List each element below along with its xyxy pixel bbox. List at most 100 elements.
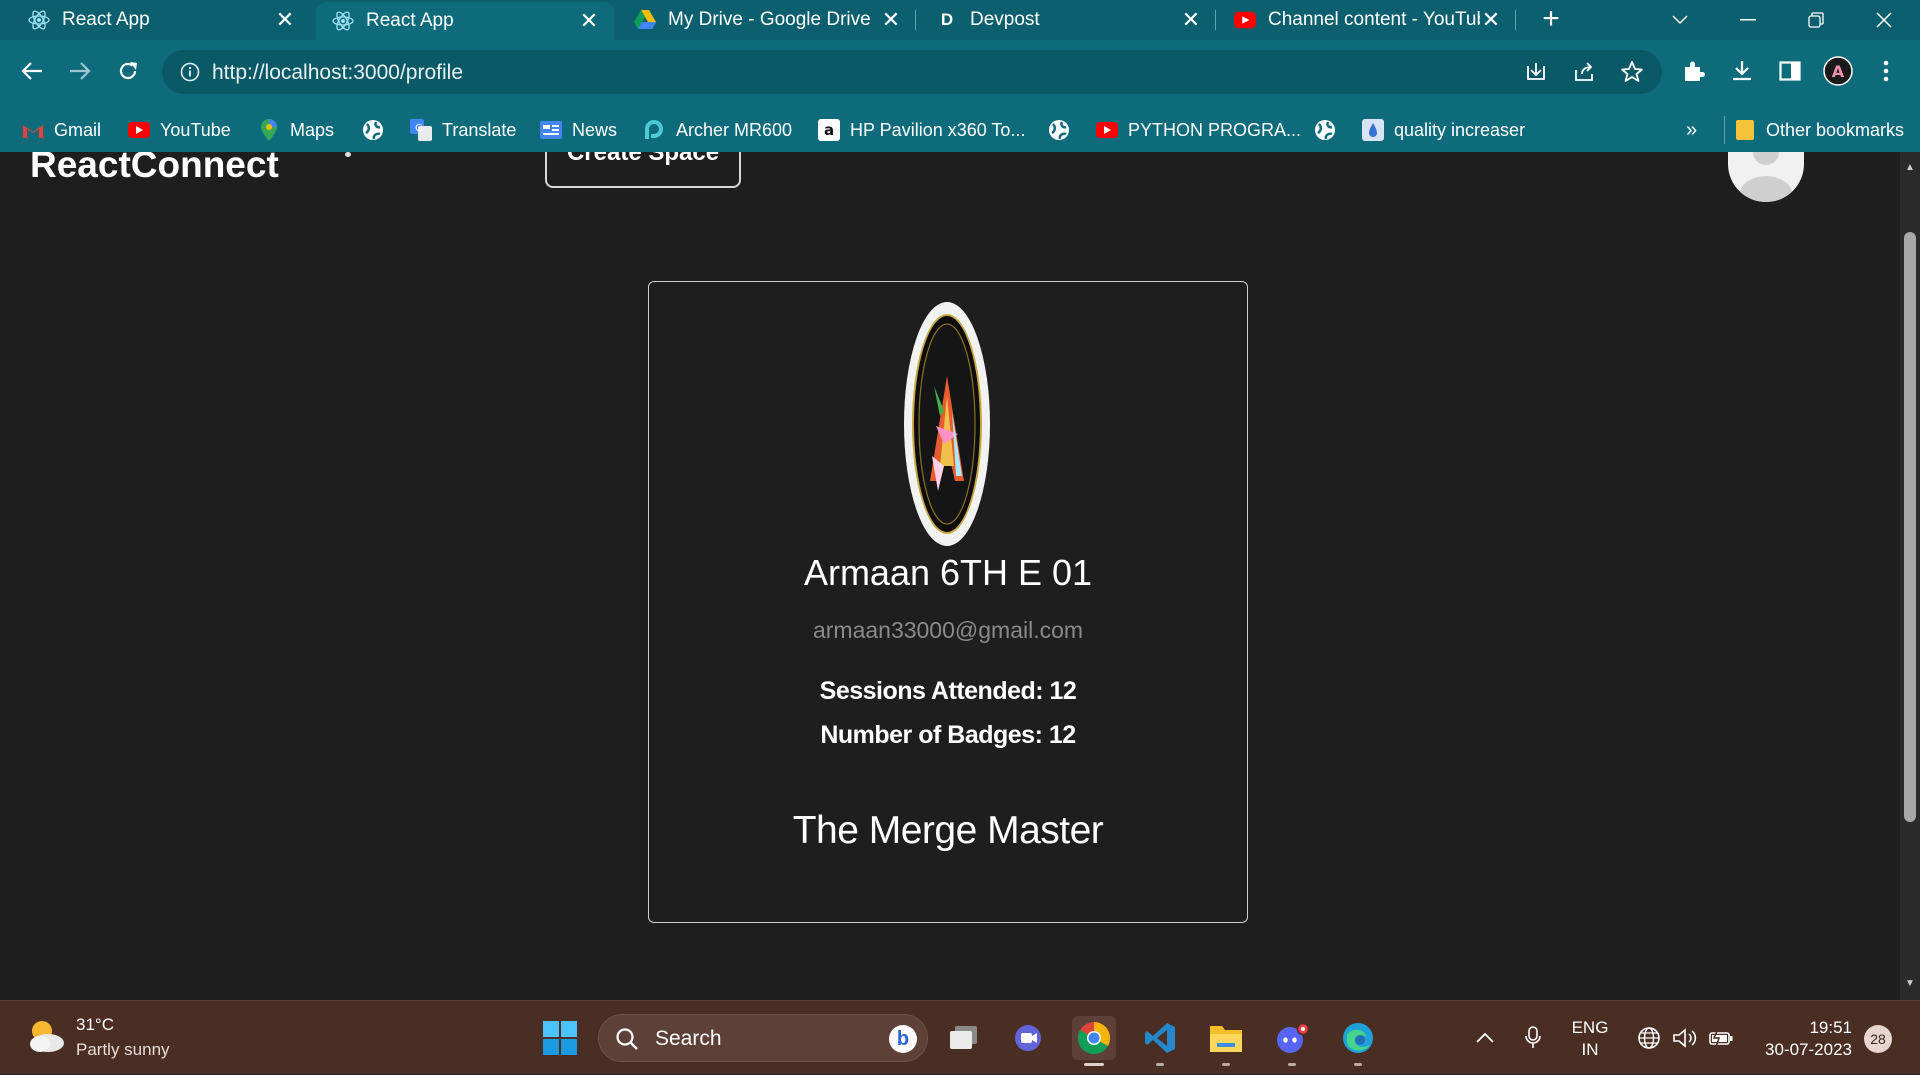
language-indicator[interactable]: ENG IN [1560, 1017, 1620, 1061]
bookmark-gmail[interactable]: Gmail [22, 118, 101, 142]
scroll-down-arrow-icon[interactable]: ▼ [1904, 978, 1916, 990]
profile-card: Armaan 6TH E 01 armaan33000@gmail.com Se… [648, 281, 1248, 923]
share-icon[interactable] [1572, 60, 1596, 84]
close-tab-icon[interactable]: ✕ [1180, 9, 1202, 31]
bookmarks-divider [1724, 116, 1725, 144]
network-globe-icon[interactable] [1632, 1001, 1666, 1075]
extensions-icon[interactable] [1676, 53, 1712, 89]
windows-start-icon[interactable] [543, 1021, 577, 1055]
translate-icon: G [410, 119, 432, 141]
tab-react-app-2[interactable]: React App ✕ [316, 2, 614, 40]
bookmark-quality-increaser[interactable]: quality increaser [1362, 118, 1525, 142]
file-explorer-icon[interactable] [1204, 1016, 1248, 1066]
back-button[interactable] [14, 53, 50, 89]
search-placeholder: Search [655, 1027, 722, 1050]
tab-react-app-1[interactable]: React App ✕ [0, 0, 310, 40]
bookmark-maps[interactable]: Maps [258, 118, 334, 142]
scrollbar-thumb[interactable] [1904, 232, 1916, 822]
create-space-button[interactable]: Create Space [545, 152, 741, 188]
bookmark-archer[interactable]: Archer MR600 [644, 118, 792, 142]
bookmark-label: News [572, 119, 618, 140]
system-clock[interactable]: 19:51 30-07-2023 [1740, 1017, 1852, 1061]
browser-tab-strip: React App ✕ React App ✕ My Drive - Googl… [0, 0, 1920, 40]
bookmark-youtube[interactable]: YouTube [128, 118, 231, 142]
downloads-icon[interactable] [1724, 53, 1760, 89]
bookmark-translate[interactable]: G Translate [410, 118, 516, 142]
chrome-icon[interactable] [1072, 1016, 1116, 1066]
google-drive-icon [634, 9, 656, 31]
globe-icon [362, 119, 384, 141]
browser-menu-icon[interactable] [1868, 53, 1904, 89]
tab-search-chevron-icon[interactable] [1650, 0, 1710, 40]
windows-taskbar: 31°C Partly sunny Search b ENG IN 19:51 … [0, 1000, 1920, 1074]
user-avatar[interactable] [1728, 152, 1804, 202]
tab-devpost[interactable]: D Devpost ✕ [916, 0, 1216, 40]
bookmark-label: Other bookmarks [1766, 119, 1905, 140]
bookmark-python[interactable]: PYTHON PROGRA... [1096, 118, 1301, 142]
tab-separator [1515, 10, 1516, 30]
side-panel-icon[interactable] [1772, 53, 1808, 89]
bookmark-label: quality increaser [1394, 119, 1526, 140]
url-text: http://localhost:3000/profile [212, 61, 463, 85]
bookmark-globe-2[interactable] [1048, 118, 1080, 142]
address-bar[interactable]: http://localhost:3000/profile [162, 50, 1662, 94]
bookmark-globe-3[interactable] [1314, 118, 1346, 142]
show-hidden-icons-chevron-icon[interactable] [1466, 1001, 1504, 1075]
site-info-icon[interactable] [180, 62, 200, 82]
microphone-icon[interactable] [1516, 1001, 1550, 1075]
web-page-viewport: ReactConnect Create Space Armaan 6TH E 0… [0, 152, 1900, 1000]
discord-icon[interactable] [1270, 1016, 1314, 1066]
weather-description: Partly sunny [76, 1040, 170, 1059]
close-tab-icon[interactable]: ✕ [578, 10, 600, 32]
vscode-icon[interactable] [1138, 1016, 1182, 1066]
teams-chat-icon[interactable] [1006, 1016, 1050, 1060]
folder-icon [1734, 119, 1756, 141]
clock-date: 30-07-2023 [1765, 1040, 1852, 1059]
bookmark-star-icon[interactable] [1620, 60, 1644, 84]
svg-text:a: a [824, 121, 834, 139]
close-window-button[interactable] [1854, 0, 1914, 40]
page-scrollbar[interactable]: ▲ ▼ [1900, 152, 1920, 1000]
notification-count-badge[interactable]: 28 [1864, 1025, 1892, 1053]
scroll-up-arrow-icon[interactable]: ▲ [1904, 162, 1916, 174]
volume-icon[interactable] [1668, 1001, 1702, 1075]
youtube-icon [1234, 9, 1256, 31]
amazon-icon: a [818, 119, 840, 141]
bookmarks-overflow-button[interactable]: » [1686, 118, 1697, 142]
profile-email: armaan33000@gmail.com [812, 617, 1084, 643]
tab-title: Devpost [970, 9, 1040, 30]
bookmark-hp-pavilion[interactable]: a HP Pavilion x360 To... [818, 118, 1025, 142]
new-tab-button[interactable]: + [1536, 4, 1566, 34]
close-tab-icon[interactable]: ✕ [880, 9, 902, 31]
devpost-icon: D [940, 10, 954, 29]
bookmark-news[interactable]: News [540, 118, 617, 142]
task-view-icon[interactable] [942, 1016, 986, 1060]
app-brand-logo[interactable]: ReactConnect [30, 152, 279, 186]
tab-youtube-channel[interactable]: Channel content - YouTub ✕ [1216, 0, 1516, 40]
restore-button[interactable] [1786, 0, 1846, 40]
profile-picture [904, 302, 990, 546]
tab-google-drive[interactable]: My Drive - Google Drive ✕ [616, 0, 916, 40]
sessions-attended: Sessions Attended: 12 [819, 677, 1077, 705]
tab-title: My Drive - Google Drive [668, 9, 871, 30]
news-icon [540, 119, 562, 141]
bookmark-label: Gmail [54, 119, 102, 140]
other-bookmarks-folder[interactable]: Other bookmarks [1734, 118, 1904, 142]
close-tab-icon[interactable]: ✕ [274, 9, 296, 31]
url-path: :3000/profile [347, 61, 464, 84]
edge-icon[interactable] [1336, 1016, 1380, 1066]
install-app-icon[interactable] [1524, 60, 1548, 84]
taskbar-search-box[interactable]: Search b [598, 1014, 928, 1062]
running-indicator [1156, 1063, 1164, 1066]
profile-name: Armaan 6TH E 01 [803, 552, 1093, 593]
bookmark-globe-1[interactable] [362, 118, 394, 142]
bing-icon[interactable]: b [889, 1025, 917, 1053]
bookmarks-bar: Gmail YouTube Maps G Translate News Arch… [0, 108, 1920, 152]
close-tab-icon[interactable]: ✕ [1480, 9, 1502, 31]
forward-button[interactable] [62, 53, 98, 89]
reload-button[interactable] [110, 53, 146, 89]
battery-icon[interactable] [1704, 1001, 1738, 1075]
minimize-button[interactable] [1718, 0, 1778, 40]
profile-avatar[interactable]: A [1820, 53, 1856, 89]
active-indicator [1084, 1063, 1104, 1066]
